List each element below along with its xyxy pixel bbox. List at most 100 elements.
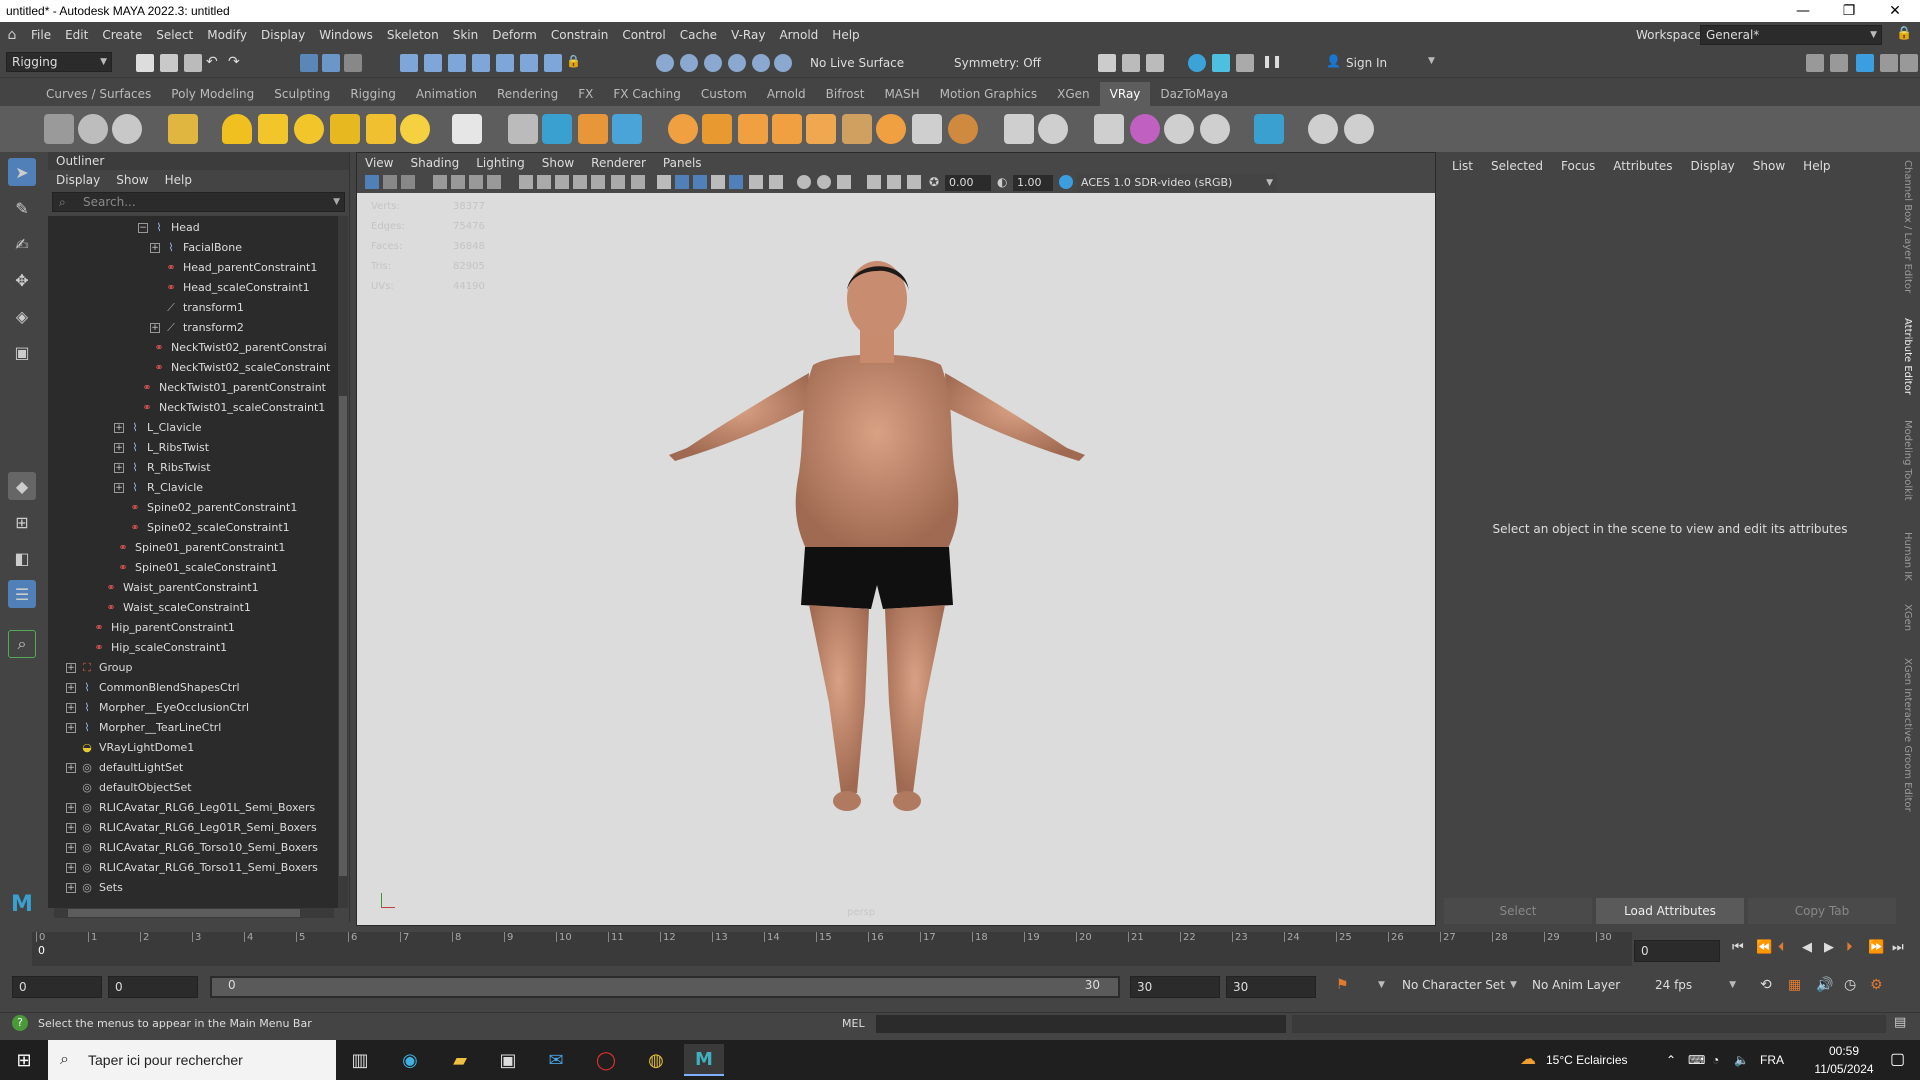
sphere-light-icon[interactable]: [294, 114, 324, 144]
outliner-item[interactable]: + ⌇ R_Clavicle: [114, 478, 203, 498]
outliner-item[interactable]: ◒ VRayLightDome1: [66, 738, 194, 758]
open-scene-icon[interactable]: [160, 54, 178, 72]
outliner-item[interactable]: ⟋ transform1: [150, 298, 244, 318]
viewport-menu-show[interactable]: Show: [542, 156, 574, 170]
safe-frame-icon[interactable]: [487, 175, 501, 189]
outliner-horizontal-scrollbar[interactable]: [54, 908, 334, 918]
outliner-item[interactable]: ⚭ Spine02_parentConstraint1: [114, 498, 297, 518]
wireframe-icon[interactable]: [657, 175, 671, 189]
selection-mask-icon[interactable]: [400, 54, 418, 72]
layout-icon[interactable]: [1830, 54, 1848, 72]
scale-tool-icon[interactable]: ▣: [8, 338, 36, 366]
home-icon[interactable]: ⌂: [0, 22, 24, 48]
shelf-tab-arnold[interactable]: Arnold: [757, 82, 816, 106]
shelf-tab-fx[interactable]: FX: [568, 82, 603, 106]
grid-toggle-icon[interactable]: [519, 175, 533, 189]
close-button[interactable]: ✕: [1872, 0, 1918, 22]
mel-input[interactable]: [876, 1015, 1286, 1033]
animation-end-field[interactable]: 30: [1226, 976, 1316, 998]
live-surface-label[interactable]: No Live Surface: [810, 56, 904, 70]
camera-attributes-icon[interactable]: [383, 175, 397, 189]
tray-chevron-icon[interactable]: ⌃: [1666, 1040, 1676, 1080]
scrollbar-thumb[interactable]: [68, 909, 300, 917]
outliner-item[interactable]: + ⟋ transform2: [150, 318, 244, 338]
animation-start-field[interactable]: 0: [12, 976, 102, 998]
character-set-label[interactable]: No Character Set: [1402, 978, 1505, 992]
gamma-icon[interactable]: ◐: [997, 175, 1007, 189]
outliner-vertical-scrollbar[interactable]: [338, 216, 348, 908]
outliner-item[interactable]: + ⌇ FacialBone: [150, 238, 242, 258]
step-forward-key-icon[interactable]: ⏩: [1868, 940, 1884, 955]
palette-icon[interactable]: [1200, 114, 1230, 144]
outliner-item[interactable]: ⚭ NeckTwist01_scaleConstraint1: [126, 398, 325, 418]
load-attributes-button[interactable]: Load Attributes: [1596, 898, 1744, 924]
material-preview-icon[interactable]: [1038, 114, 1068, 144]
ipr-render-icon[interactable]: [1122, 54, 1140, 72]
outliner-search-input[interactable]: ⌕ Search... ▼: [52, 192, 345, 212]
current-frame-indicator[interactable]: 0: [38, 944, 45, 957]
menu-select[interactable]: Select: [149, 28, 200, 42]
render-settings-icon[interactable]: [1146, 54, 1164, 72]
proxy-export-icon[interactable]: [542, 114, 572, 144]
time-slider-track[interactable]: 0 1 2 3 4 5 6 7 8 9 10 11 12 13 14 15 16 17 18 19 20 21 22 23 24…: [32, 932, 1632, 966]
screen-space-ao-icon[interactable]: [749, 175, 763, 189]
shelf-tab-mash[interactable]: MASH: [874, 82, 929, 106]
image-plane-icon[interactable]: [433, 175, 447, 189]
outliner-item[interactable]: + ⌇ Morpher__EyeOcclusionCtrl: [66, 698, 249, 718]
outliner-item[interactable]: + ⌇ R_RibsTwist: [114, 458, 211, 478]
input-language[interactable]: FRA: [1760, 1040, 1784, 1080]
menu-help[interactable]: Help: [825, 28, 866, 42]
play-backwards-icon[interactable]: ◀: [1802, 940, 1812, 955]
menu-edit[interactable]: Edit: [58, 28, 95, 42]
outliner-item[interactable]: ⚭ NeckTwist02_scaleConstraint: [138, 358, 330, 378]
move-tool-icon[interactable]: ✥: [8, 266, 36, 294]
windows-start-icon[interactable]: ⊞: [4, 1044, 44, 1076]
side-tab-channel-box[interactable]: Channel Box / Layer Editor: [1902, 160, 1913, 293]
textured-icon[interactable]: [693, 175, 707, 189]
lasso-tool-icon[interactable]: ✎: [8, 194, 36, 222]
select-object-icon[interactable]: [322, 54, 340, 72]
script-language-label[interactable]: MEL: [842, 1017, 865, 1030]
xray-components-icon[interactable]: [907, 175, 921, 189]
select-hierarchy-icon[interactable]: [300, 54, 318, 72]
light-lister-icon[interactable]: [876, 114, 906, 144]
select-camera-icon[interactable]: [365, 175, 379, 189]
attr-menu-focus[interactable]: Focus: [1561, 159, 1595, 173]
shelf-tab-animation[interactable]: Animation: [406, 82, 487, 106]
menu-modify[interactable]: Modify: [200, 28, 254, 42]
redo-icon[interactable]: ↷: [228, 54, 246, 72]
wifi-icon[interactable]: ◔: [1712, 1040, 1719, 1080]
outliner-item[interactable]: ⚭ Hip_scaleConstraint1: [78, 638, 227, 658]
two-view-icon[interactable]: ◧: [8, 544, 36, 572]
expand-toggle-icon[interactable]: +: [66, 803, 76, 813]
proxy-icon[interactable]: [508, 114, 538, 144]
expand-toggle-icon[interactable]: +: [66, 703, 76, 713]
ies-light-icon[interactable]: [366, 114, 396, 144]
film-gate-icon[interactable]: [537, 175, 551, 189]
store-icon[interactable]: ▣: [488, 1044, 528, 1076]
network-icon[interactable]: ⌨: [1688, 1040, 1705, 1080]
step-forward-frame-icon[interactable]: ⏵: [1846, 940, 1853, 955]
expand-toggle-icon[interactable]: +: [66, 843, 76, 853]
layout-icon[interactable]: [1806, 54, 1824, 72]
hypershade-icon[interactable]: [1188, 54, 1206, 72]
taskbar-clock[interactable]: 00:59 11/05/2024: [1806, 1042, 1882, 1078]
symmetry-label[interactable]: Symmetry: Off: [954, 56, 1041, 70]
side-tab-xgen-groom[interactable]: XGen Interactive Groom Editor: [1902, 658, 1913, 812]
scene-icon[interactable]: [612, 114, 642, 144]
attribute-editor-toggle-icon[interactable]: [1856, 54, 1874, 72]
shelf-tab-rendering[interactable]: Rendering: [487, 82, 568, 106]
chrome-icon[interactable]: ◍: [636, 1044, 676, 1076]
selection-mask-icon[interactable]: [472, 54, 490, 72]
sun-light-icon[interactable]: [400, 114, 430, 144]
snap-to-grid-icon[interactable]: [656, 54, 674, 72]
snap-options-icon[interactable]: [774, 54, 792, 72]
cache-icon[interactable]: ▦: [1788, 977, 1801, 993]
attr-menu-show[interactable]: Show: [1753, 159, 1785, 173]
menu-display[interactable]: Display: [254, 28, 312, 42]
file-explorer-icon[interactable]: ▰: [440, 1044, 480, 1076]
exposure-field[interactable]: 0.00: [945, 175, 991, 191]
expand-toggle-icon[interactable]: +: [114, 483, 124, 493]
shelf-tab-sculpting[interactable]: Sculpting: [264, 82, 340, 106]
xray-icon[interactable]: [867, 175, 881, 189]
